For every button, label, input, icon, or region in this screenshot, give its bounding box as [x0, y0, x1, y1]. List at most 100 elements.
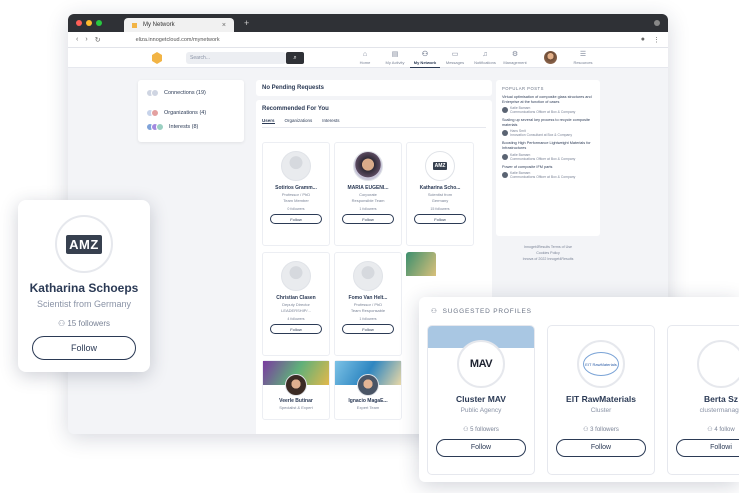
- search-icon: ⌕: [293, 54, 297, 61]
- follow-button[interactable]: Follow: [342, 324, 394, 334]
- follow-button[interactable]: Follow: [342, 214, 394, 224]
- featured-profile-card[interactable]: AMZ Katharina Schoeps Scientist from Ger…: [18, 200, 150, 372]
- popular-posts-panel: POPULAR POSTS Virtual optimisation of co…: [496, 80, 600, 236]
- author-avatar: [502, 172, 508, 179]
- search-input[interactable]: Search...: [186, 52, 286, 64]
- user-photo: [285, 374, 307, 396]
- follow-button[interactable]: Follow: [414, 214, 466, 224]
- follow-button[interactable]: Follow: [270, 324, 322, 334]
- record-icon: [654, 20, 660, 26]
- network-icon: ⚇: [421, 51, 429, 58]
- menu-icon[interactable]: ⋮: [653, 36, 660, 44]
- footer-links: Innoget4Results Terms of Use Cookies Pol…: [498, 244, 598, 262]
- pending-requests: No Pending Requests: [256, 80, 492, 96]
- card-banner: [406, 252, 436, 276]
- amz-logo: AMZ: [55, 215, 113, 273]
- recommended-title: Recommended For You: [262, 106, 329, 112]
- reload-icon[interactable]: ↻: [95, 36, 101, 44]
- post-item[interactable]: Virtual optimisation of composite glass …: [502, 95, 594, 114]
- user-photo: [357, 374, 379, 396]
- tab-organizations[interactable]: Organizations: [285, 118, 313, 124]
- back-icon[interactable]: ‹: [76, 36, 78, 43]
- address-bar: ‹ › ↻ eliza.innogetcloud.com/mynetwork ●…: [68, 32, 668, 48]
- suggested-card[interactable]: EIT RawMaterials EIT RawMaterials Cluste…: [547, 325, 655, 475]
- organizations-logos: [146, 109, 159, 117]
- eit-logo: EIT RawMaterials: [577, 340, 625, 388]
- nav-notifications[interactable]: ♫ Notifications: [470, 50, 500, 68]
- profile-followers: ⚇ 15 followers: [57, 319, 111, 328]
- amz-logo: AMZ: [425, 151, 455, 181]
- follow-button[interactable]: Follow: [436, 439, 526, 457]
- close-tab-icon[interactable]: ×: [222, 22, 226, 29]
- connections-avatars: [146, 89, 159, 97]
- profile-icon[interactable]: ●: [641, 36, 645, 44]
- follow-button[interactable]: Follow: [270, 214, 322, 224]
- interests-icons: [146, 123, 164, 131]
- nav-management[interactable]: ⚙ Management: [500, 50, 530, 68]
- suggested-profiles-panel: ⚇ SUGGESTED PROFILES MAV Cluster MAV Pub…: [419, 297, 739, 482]
- user-card[interactable]: MARIA EUGENI... Corporate Responsible Te…: [334, 142, 402, 246]
- footer-copyright: Innova of 2022 Innoget4Results: [522, 257, 574, 261]
- popular-posts-title: POPULAR POSTS: [502, 86, 544, 91]
- profile-name: Katharina Schoeps: [29, 281, 139, 295]
- user-card[interactable]: Christian Clasen Deputy Director LEADERS…: [262, 252, 330, 356]
- new-tab-icon[interactable]: +: [244, 18, 249, 28]
- network-summary-panel: Connections (19) Organizations (4) Inter…: [138, 80, 244, 142]
- nav-messages[interactable]: ▭ Messages: [440, 50, 470, 68]
- people-icon: ⚇: [431, 308, 438, 315]
- tab-interests[interactable]: Interests: [322, 118, 339, 124]
- post-item[interactable]: Boosting High Performance Lightweight Ma…: [502, 141, 594, 161]
- messages-icon: ▭: [451, 51, 459, 58]
- app-navbar: Search... ⌕ ⌂ Home ▤ My Activity ⚇ My Netwo…: [68, 48, 668, 68]
- favicon-icon: [132, 22, 137, 28]
- author-avatar: [502, 153, 508, 160]
- suggested-title: ⚇ SUGGESTED PROFILES: [431, 307, 532, 316]
- url-field[interactable]: eliza.innogetcloud.com/mynetwork: [136, 37, 220, 43]
- profile-description: Scientist from Germany: [36, 299, 132, 309]
- nav-my-activity[interactable]: ▤ My Activity: [380, 50, 410, 68]
- follow-button[interactable]: Followi: [676, 439, 739, 457]
- user-card[interactable]: Sotirios Gramm... Professor / PhD Team M…: [262, 142, 330, 246]
- search-button[interactable]: ⌕: [286, 52, 304, 64]
- nav-home[interactable]: ⌂ Home: [350, 50, 380, 68]
- user-avatar-placeholder: [697, 340, 739, 388]
- tab-users[interactable]: Users: [262, 118, 275, 124]
- nav-items: ⌂ Home ▤ My Activity ⚇ My Network ▭ Messages…: [350, 50, 530, 68]
- maximize-window-icon[interactable]: [96, 20, 102, 26]
- management-icon: ⚙: [511, 51, 519, 58]
- app-logo-icon[interactable]: [152, 52, 162, 64]
- user-card[interactable]: Ignacio MagaE... Expert Team: [334, 360, 402, 420]
- close-window-icon[interactable]: [76, 20, 82, 26]
- title-bar: My Network × +: [68, 14, 668, 32]
- nav-my-network[interactable]: ⚇ My Network: [410, 50, 440, 68]
- nav-resources[interactable]: ☰ Resources: [568, 50, 598, 65]
- browser-tab[interactable]: My Network ×: [124, 18, 234, 32]
- resources-icon: ☰: [579, 51, 587, 58]
- user-card[interactable]: Fomo Van Helt... Professor / PhD Team Re…: [334, 252, 402, 356]
- user-avatar-placeholder: [281, 151, 311, 181]
- tab-title: My Network: [143, 22, 175, 28]
- activity-icon: ▤: [391, 51, 399, 58]
- home-icon: ⌂: [362, 51, 368, 58]
- post-item[interactable]: Power of composite IFM parts Katie Bamam…: [502, 165, 594, 179]
- user-card[interactable]: Veerle Butinar Specialist & Expert: [262, 360, 330, 420]
- user-avatar-placeholder: [353, 261, 383, 291]
- follow-button[interactable]: Follow: [556, 439, 646, 457]
- mav-logo: MAV: [457, 340, 505, 388]
- post-item[interactable]: Scaling up several key process to recycl…: [502, 118, 594, 137]
- connections-link[interactable]: Connections (19): [146, 86, 236, 100]
- user-avatar[interactable]: [544, 51, 557, 64]
- bell-icon: ♫: [482, 51, 488, 58]
- interests-link[interactable]: Interests (8): [146, 120, 236, 134]
- recommended-tabs: Users Organizations Interests: [262, 118, 486, 128]
- suggested-card[interactable]: MAV Cluster MAV Public Agency ⚇ 5 follow…: [427, 325, 535, 475]
- follow-button[interactable]: Follow: [32, 336, 136, 360]
- minimize-window-icon[interactable]: [86, 20, 92, 26]
- user-card[interactable]: AMZ Katharina Scho... Scientist from Ger…: [406, 142, 474, 246]
- followers-icon: ⚇: [57, 319, 68, 328]
- forward-icon[interactable]: ›: [85, 36, 87, 43]
- stage: My Network × + ‹ › ↻ eliza.innogetcloud.…: [0, 0, 739, 493]
- organizations-link[interactable]: Organizations (4): [146, 106, 236, 120]
- author-avatar: [502, 130, 508, 137]
- suggested-card-partial[interactable]: Berta Sz clustermanage ⚇ 4 follow Follow…: [667, 325, 739, 475]
